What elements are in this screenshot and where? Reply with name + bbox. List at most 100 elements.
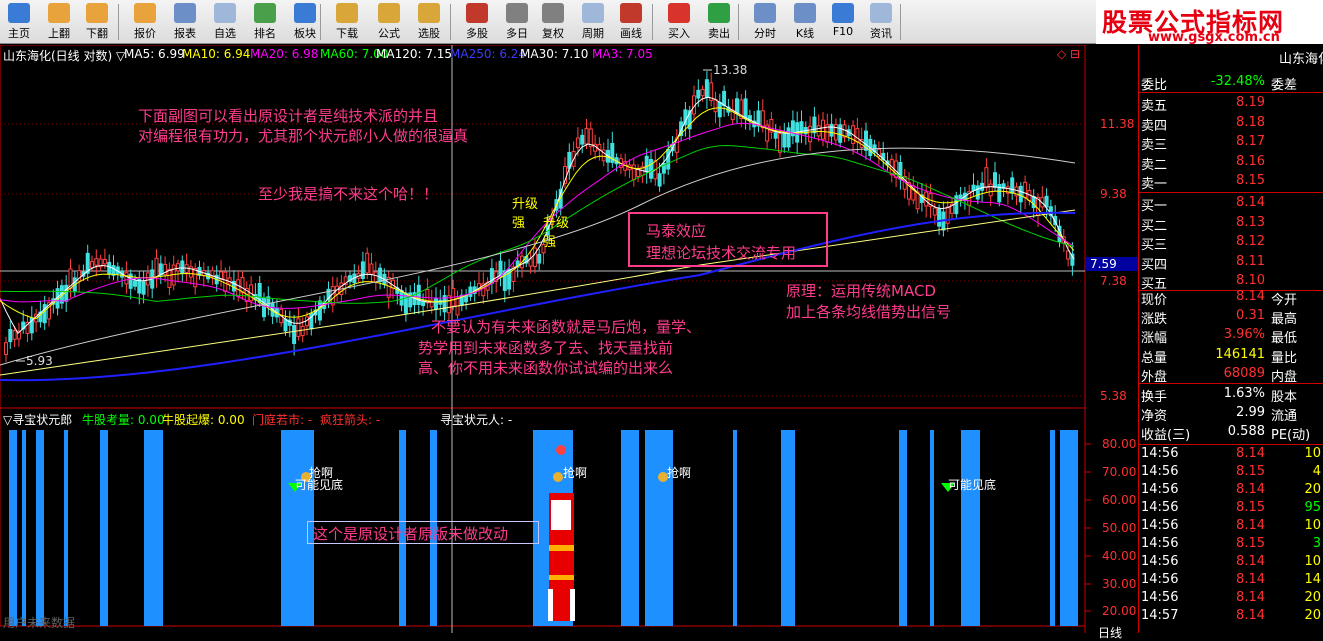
tick-price: 8.14 <box>1236 608 1265 623</box>
ask-row: 卖一 8.15 <box>1139 172 1323 192</box>
sub-indicator-name[interactable]: ▽寻宝状元郎 <box>3 411 72 428</box>
candle-body <box>743 98 748 120</box>
toolbar-button-label: 多股 <box>466 27 488 40</box>
toolbar-button-4[interactable]: 报表 <box>166 0 204 44</box>
ask-row: 卖五 8.19 <box>1139 94 1323 114</box>
ask-row: 卖四 8.18 <box>1139 114 1323 134</box>
toolbar-button-label: 分时 <box>754 27 776 40</box>
tick-price: 8.15 <box>1236 464 1265 479</box>
f10-icon <box>832 3 854 23</box>
stat-row: 涨跌 0.31 最高 <box>1139 307 1323 327</box>
signal-qiang-3: 抢啊 <box>667 466 692 480</box>
candle-body <box>778 133 782 153</box>
annotation-note3-line3: 高、你不用未来函数你试试编的出来么 <box>418 359 674 377</box>
toolbar-separator <box>450 4 451 40</box>
tick-row: 14:56 8.14 10 <box>1139 517 1323 536</box>
arrow-down-icon <box>86 3 108 23</box>
signal-bar <box>621 430 639 626</box>
toolbar-button-12[interactable]: 多日 <box>498 0 536 44</box>
weibi-row: 委比 -32.48% 委差 <box>1139 73 1323 93</box>
toolbar-button-label: 下载 <box>336 27 358 40</box>
site-logo: 股票公式指标网 www.gsgx.com.cn <box>1096 0 1323 45</box>
candle-body <box>107 261 112 275</box>
ask-row: 卖三 8.17 <box>1139 133 1323 153</box>
toolbar-button-20[interactable]: F10 <box>824 0 862 44</box>
bid-label: 买二 <box>1141 218 1168 234</box>
price-axis-label: 11.38 <box>1100 117 1134 131</box>
candle-body <box>4 342 8 356</box>
scholar-figure-belt <box>549 545 574 551</box>
candle-body <box>94 258 99 266</box>
stock-name-label[interactable]: 山东海化(日线 对数) ▽ <box>3 47 125 64</box>
stat-row: 外盘 68089 内盘 <box>1139 365 1323 385</box>
toolbar-button-17[interactable]: 卖出 <box>700 0 738 44</box>
toolbar-button-19[interactable]: K线 <box>786 0 824 44</box>
candle-body <box>180 260 185 274</box>
toolbar-button-16[interactable]: 买入 <box>660 0 698 44</box>
stat2-value: 1.63% <box>1223 386 1265 401</box>
toolbar-button-13[interactable]: 复权 <box>534 0 572 44</box>
toolbar-button-10[interactable]: 选股 <box>410 0 448 44</box>
candle-body <box>416 284 421 306</box>
tick-row: 14:56 8.14 10 <box>1139 553 1323 572</box>
toolbar-button-label: 板块 <box>294 27 316 40</box>
candle-body <box>240 277 245 294</box>
annotation-note3-line2: 势学用到未来函数多了去、找天量找前 <box>418 339 674 357</box>
tick-volume: 20 <box>1304 608 1321 623</box>
candle-body <box>575 137 580 149</box>
bottom-status-label: 用户未来数据 <box>3 616 76 630</box>
scholar-figure-leg <box>548 589 553 621</box>
sub-note-box: 这个是原设计者原版未做改动 <box>307 521 539 544</box>
toolbar-button-label: 报表 <box>174 27 196 40</box>
candle-body <box>821 119 825 140</box>
signal-jiandi-1: 可能见底 <box>295 478 344 492</box>
tick-volume: 3 <box>1312 536 1321 551</box>
toolbar-button-label: 买入 <box>668 27 690 40</box>
ask-price: 8.15 <box>1236 173 1265 188</box>
signal-bar <box>144 430 163 626</box>
toolbar-button-0[interactable]: 主页 <box>0 0 38 44</box>
stat-value: 68089 <box>1223 365 1265 381</box>
scholar-figure-collar <box>551 500 571 530</box>
sub-axis-label: 60.00 <box>1102 493 1136 507</box>
sub-axis-label: 50.00 <box>1102 521 1136 535</box>
toolbar-button-18[interactable]: 分时 <box>746 0 784 44</box>
toolbar-separator <box>320 4 321 40</box>
signal-bar <box>645 430 673 626</box>
tick-price: 8.14 <box>1236 554 1265 569</box>
toolbar-button-21[interactable]: 资讯 <box>862 0 900 44</box>
toolbar-button-11[interactable]: 多股 <box>458 0 496 44</box>
candle-body <box>657 173 662 187</box>
candle-body <box>369 263 374 275</box>
ma-legend-item: MA5: 6.99 <box>124 47 185 61</box>
candle-body <box>829 123 834 137</box>
sub-legend-item: 牛股考量: 0.00 <box>82 413 165 427</box>
ask-row: 卖二 8.16 <box>1139 153 1323 173</box>
scholar-figure-band <box>549 575 574 580</box>
chart-window-controls[interactable]: ◇ ⊟ <box>1057 47 1080 61</box>
toolbar-button-7[interactable]: 板块 <box>286 0 324 44</box>
toolbar-button-label: 多日 <box>506 27 528 40</box>
toolbar-button-5[interactable]: 自选 <box>206 0 244 44</box>
toolbar-button-6[interactable]: 排名 <box>246 0 284 44</box>
toolbar-button-9[interactable]: 公式 <box>370 0 408 44</box>
tick-time: 14:56 <box>1141 554 1179 569</box>
toolbar-button-2[interactable]: 下翻 <box>78 0 116 44</box>
news-icon <box>870 3 892 23</box>
panel-divider <box>1139 92 1323 93</box>
high-price-mark: 13.38 <box>713 63 747 77</box>
toolbar-button-label: 下翻 <box>86 27 108 40</box>
toolbar-button-label: 画线 <box>620 27 642 40</box>
toolbar-button-8[interactable]: 下载 <box>328 0 366 44</box>
candle-body <box>1044 195 1049 208</box>
annotation-note1-line2: 对编程很有功力，尤其那个状元郎小人做的很逼真 <box>138 127 469 145</box>
toolbar-button-15[interactable]: 画线 <box>612 0 650 44</box>
toolbar-button-14[interactable]: 周期 <box>574 0 612 44</box>
toolbar-button-3[interactable]: 报价 <box>126 0 164 44</box>
draw-line-icon <box>620 3 642 23</box>
candle-body <box>1010 177 1015 194</box>
stat-label: 现价 <box>1141 293 1168 308</box>
toolbar-button-label: 卖出 <box>708 27 730 40</box>
intraday-icon <box>754 3 776 23</box>
toolbar-button-1[interactable]: 上翻 <box>40 0 78 44</box>
